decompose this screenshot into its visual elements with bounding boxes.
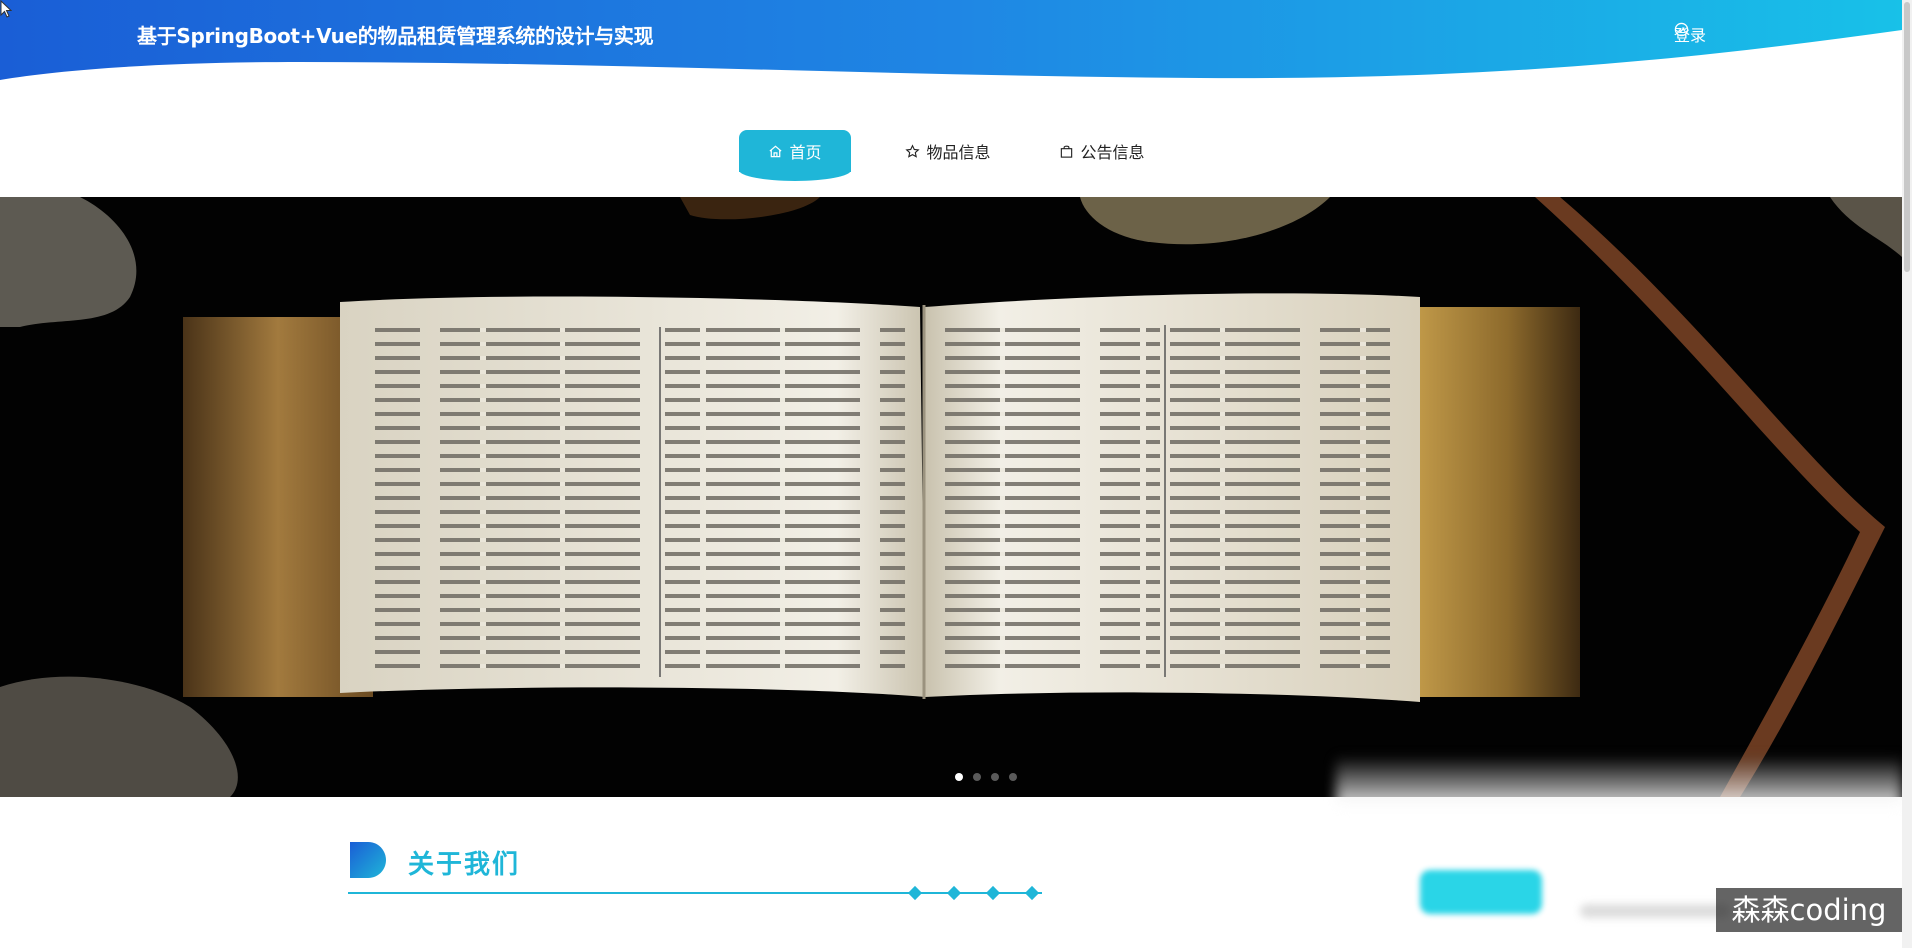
nav-item-items[interactable]: 物品信息: [888, 130, 1008, 172]
check-circle-icon: [1674, 22, 1689, 37]
carousel-dot[interactable]: [991, 773, 999, 781]
mouse-cursor-icon: [0, 0, 12, 18]
carousel-dot[interactable]: [955, 773, 963, 781]
blurred-button: [1420, 870, 1542, 914]
open-book-image: [0, 197, 1902, 797]
site-header: 基于SpringBoot+Vue的物品租赁管理系统的设计与实现 登录: [0, 0, 1902, 92]
nav-item-home[interactable]: 首页: [739, 130, 851, 181]
section-badge-icon: [350, 842, 386, 878]
about-section-header: 关于我们: [348, 838, 1048, 901]
blurred-overlay: [1336, 757, 1902, 809]
nav-label-notices: 公告信息: [1080, 143, 1145, 162]
carousel-indicators: [955, 773, 1017, 781]
home-icon: [769, 145, 782, 157]
hero-carousel[interactable]: [0, 197, 1902, 797]
divider-diamond: [946, 885, 962, 901]
about-title: 关于我们: [408, 850, 521, 880]
site-title: 基于SpringBoot+Vue的物品租赁管理系统的设计与实现: [137, 24, 654, 48]
star-icon: [905, 143, 921, 158]
carousel-dot[interactable]: [973, 773, 981, 781]
bag-icon: [1061, 145, 1073, 158]
main-nav: 首页 物品信息 公告信息: [0, 126, 1902, 184]
scrollbar-thumb[interactable]: [1904, 2, 1910, 272]
carousel-dot[interactable]: [1009, 773, 1017, 781]
divider-diamond: [907, 885, 923, 901]
nav-label-home: 首页: [789, 143, 822, 162]
nav-label-items: 物品信息: [926, 143, 991, 162]
login-button[interactable]: 登录: [1674, 22, 1706, 46]
watermark-text: 森森coding: [1716, 888, 1902, 932]
divider-diamond: [1024, 885, 1040, 901]
page-scrollbar[interactable]: [1902, 0, 1912, 948]
nav-item-notices[interactable]: 公告信息: [1042, 130, 1162, 172]
divider-diamond: [985, 885, 1001, 901]
blurred-text: [1580, 904, 1730, 918]
section-divider: [348, 892, 1042, 894]
